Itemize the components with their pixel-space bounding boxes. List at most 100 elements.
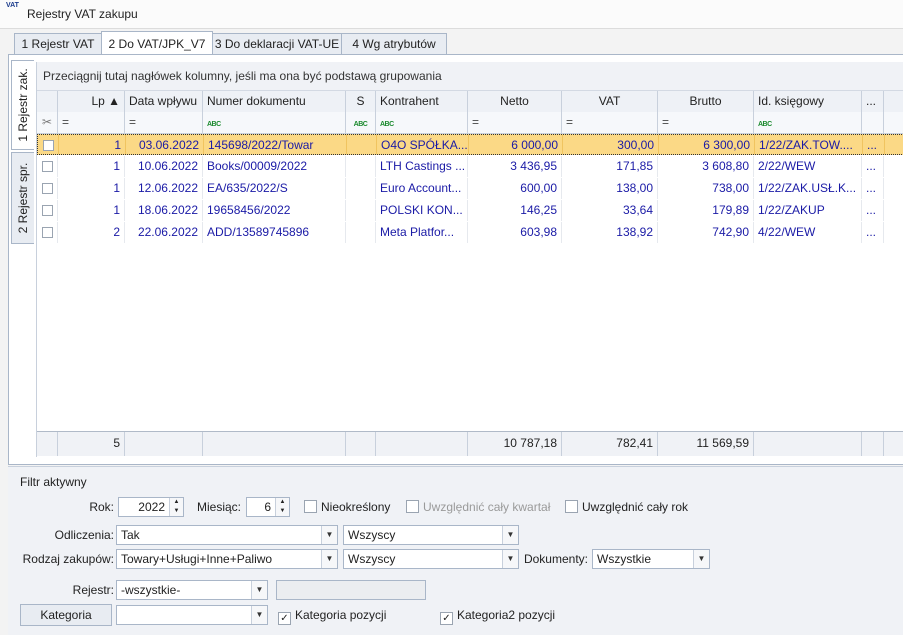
row-select-checkbox[interactable] [37,178,58,199]
filter-pin-icon[interactable]: ✂ [37,112,58,133]
column-header-data-wplywu[interactable]: Data wpływu [125,91,203,112]
dokumenty-select[interactable]: Wszystkie ▼ [592,549,710,569]
cell-s[interactable] [346,222,376,243]
cell-vat[interactable]: 33,64 [562,200,658,221]
table-row[interactable]: 1 18.06.2022 19658456/2022 POLSKI KON... 146… [37,200,903,221]
column-header-kontrahent[interactable]: Kontrahent [376,91,468,112]
filter-lp[interactable]: = [58,112,125,133]
cell-more[interactable]: ... [862,200,884,221]
row-select-checkbox[interactable] [38,135,59,154]
cell-date[interactable]: 10.06.2022 [125,156,203,177]
cell-doc[interactable]: ADD/13589745896 [203,222,346,243]
caly-rok-checkbox[interactable]: Uwzględnić cały rok [565,500,688,514]
cell-contractor[interactable]: POLSKI KON... [376,200,468,221]
filter-s[interactable]: ABC [346,112,376,133]
cell-doc[interactable]: 145698/2022/Towar [204,135,347,154]
cell-id[interactable]: 1/22/ZAKUP [754,200,862,221]
filter-id[interactable]: ABC [754,112,862,133]
cell-lp[interactable]: 1 [59,135,126,154]
cell-vat[interactable]: 138,00 [562,178,658,199]
cell-s[interactable] [347,135,377,154]
cell-contractor[interactable]: O4O SPÓŁKA... [377,135,469,154]
cell-lp[interactable]: 1 [58,156,125,177]
tab-do-deklaracji-vat-ue[interactable]: 3 Do deklaracji VAT-UE [212,33,342,55]
rodzaj-zakupow-select[interactable]: Towary+Usługi+Inne+Paliwo ▼ [116,549,338,569]
miesiac-spinner[interactable]: 6 ▲ ▼ [246,497,290,517]
cell-more[interactable]: ... [863,135,885,154]
dropdown-arrow-icon[interactable]: ▼ [321,550,337,568]
side-tab-rejestr-spr[interactable]: 2 Rejestr spr. [11,152,34,244]
cell-gross[interactable]: 6 300,00 [659,135,755,154]
kategoria2-pozycji-checkbox[interactable]: ✓ Kategoria2 pozycji [440,608,555,625]
filter-numer[interactable]: ABC [203,112,346,133]
cell-id[interactable]: 4/22/WEW [754,222,862,243]
odliczenia-select[interactable]: Tak ▼ [116,525,338,545]
cell-more[interactable]: ... [862,156,884,177]
filter-more[interactable] [862,112,884,133]
column-header-brutto[interactable]: Brutto [658,91,754,112]
cell-lp[interactable]: 1 [58,200,125,221]
filter-netto[interactable]: = [468,112,562,133]
column-header-numer-dokumentu[interactable]: Numer dokumentu [203,91,346,112]
dropdown-arrow-icon[interactable]: ▼ [251,581,267,599]
cell-gross[interactable]: 738,00 [658,178,754,199]
cell-gross[interactable]: 179,89 [658,200,754,221]
cell-doc[interactable]: EA/635/2022/S [203,178,346,199]
filter-kontrahent[interactable]: ABC [376,112,468,133]
rodzaj-kontrahent-select[interactable]: Wszyscy ▼ [343,549,519,569]
cell-contractor[interactable]: Euro Account... [376,178,468,199]
column-header-lp[interactable]: Lp ▲ [58,91,125,112]
table-row[interactable]: 1 12.06.2022 EA/635/2022/S Euro Account... 6… [37,178,903,199]
cell-net[interactable]: 146,25 [468,200,562,221]
filter-data[interactable]: = [125,112,203,133]
caly-kwartal-checkbox[interactable]: Uwzględnić cały kwartał [406,500,550,514]
column-header-id-ksiegowy[interactable]: Id. księgowy [754,91,862,112]
kategoria-button[interactable]: Kategoria [20,604,112,626]
spin-arrows-icon[interactable]: ▲ ▼ [169,498,183,516]
row-select-checkbox[interactable] [37,156,58,177]
cell-date[interactable]: 03.06.2022 [126,135,204,154]
cell-date[interactable]: 12.06.2022 [125,178,203,199]
side-tab-rejestr-zak[interactable]: 1 Rejestr zak. [11,60,34,150]
tab-rejestr-vat[interactable]: 1 Rejestr VAT [14,33,102,55]
column-header-netto[interactable]: Netto [468,91,562,112]
table-row[interactable]: 1 10.06.2022 Books/00009/2022 LTH Castings … [37,156,903,177]
cell-id[interactable]: 2/22/WEW [754,156,862,177]
cell-vat[interactable]: 300,00 [563,135,659,154]
dropdown-arrow-icon[interactable]: ▼ [251,606,267,624]
cell-contractor[interactable]: Meta Platfor... [376,222,468,243]
nieokreslony-checkbox[interactable]: Nieokreślony [304,500,390,514]
odliczenia-kontrahent-select[interactable]: Wszyscy ▼ [343,525,519,545]
tab-do-vat-jpk[interactable]: 2 Do VAT/JPK_V7 [101,31,213,55]
table-row[interactable]: 1 03.06.2022 145698/2022/Towar O4O SPÓŁKA..… [37,134,903,155]
cell-more[interactable]: ... [862,178,884,199]
kategoria-pozycji-checkbox[interactable]: ✓ Kategoria pozycji [278,608,386,625]
cell-net[interactable]: 600,00 [468,178,562,199]
filter-brutto[interactable]: = [658,112,754,133]
cell-net[interactable]: 3 436,95 [468,156,562,177]
cell-id[interactable]: 1/22/ZAK.TOW.... [755,135,863,154]
table-row[interactable]: 2 22.06.2022 ADD/13589745896 Meta Platfor..… [37,222,903,243]
cell-net[interactable]: 6 000,00 [469,135,563,154]
cell-contractor[interactable]: LTH Castings ... [376,156,468,177]
row-select-checkbox[interactable] [37,200,58,221]
cell-lp[interactable]: 1 [58,178,125,199]
filter-vat[interactable]: = [562,112,658,133]
cell-id[interactable]: 1/22/ZAK.USŁ.K... [754,178,862,199]
cell-more[interactable]: ... [862,222,884,243]
kategoria-select[interactable]: ▼ [116,605,268,625]
rejestr-select[interactable]: -wszystkie- ▼ [116,580,268,600]
dropdown-arrow-icon[interactable]: ▼ [502,550,518,568]
cell-net[interactable]: 603,98 [468,222,562,243]
column-header-vat[interactable]: VAT [562,91,658,112]
dropdown-arrow-icon[interactable]: ▼ [321,526,337,544]
cell-s[interactable] [346,200,376,221]
column-header-more[interactable]: ... [862,91,884,112]
cell-gross[interactable]: 742,90 [658,222,754,243]
rok-spinner[interactable]: 2022 ▲ ▼ [118,497,184,517]
cell-s[interactable] [346,178,376,199]
cell-date[interactable]: 22.06.2022 [125,222,203,243]
cell-lp[interactable]: 2 [58,222,125,243]
cell-vat[interactable]: 138,92 [562,222,658,243]
cell-gross[interactable]: 3 608,80 [658,156,754,177]
